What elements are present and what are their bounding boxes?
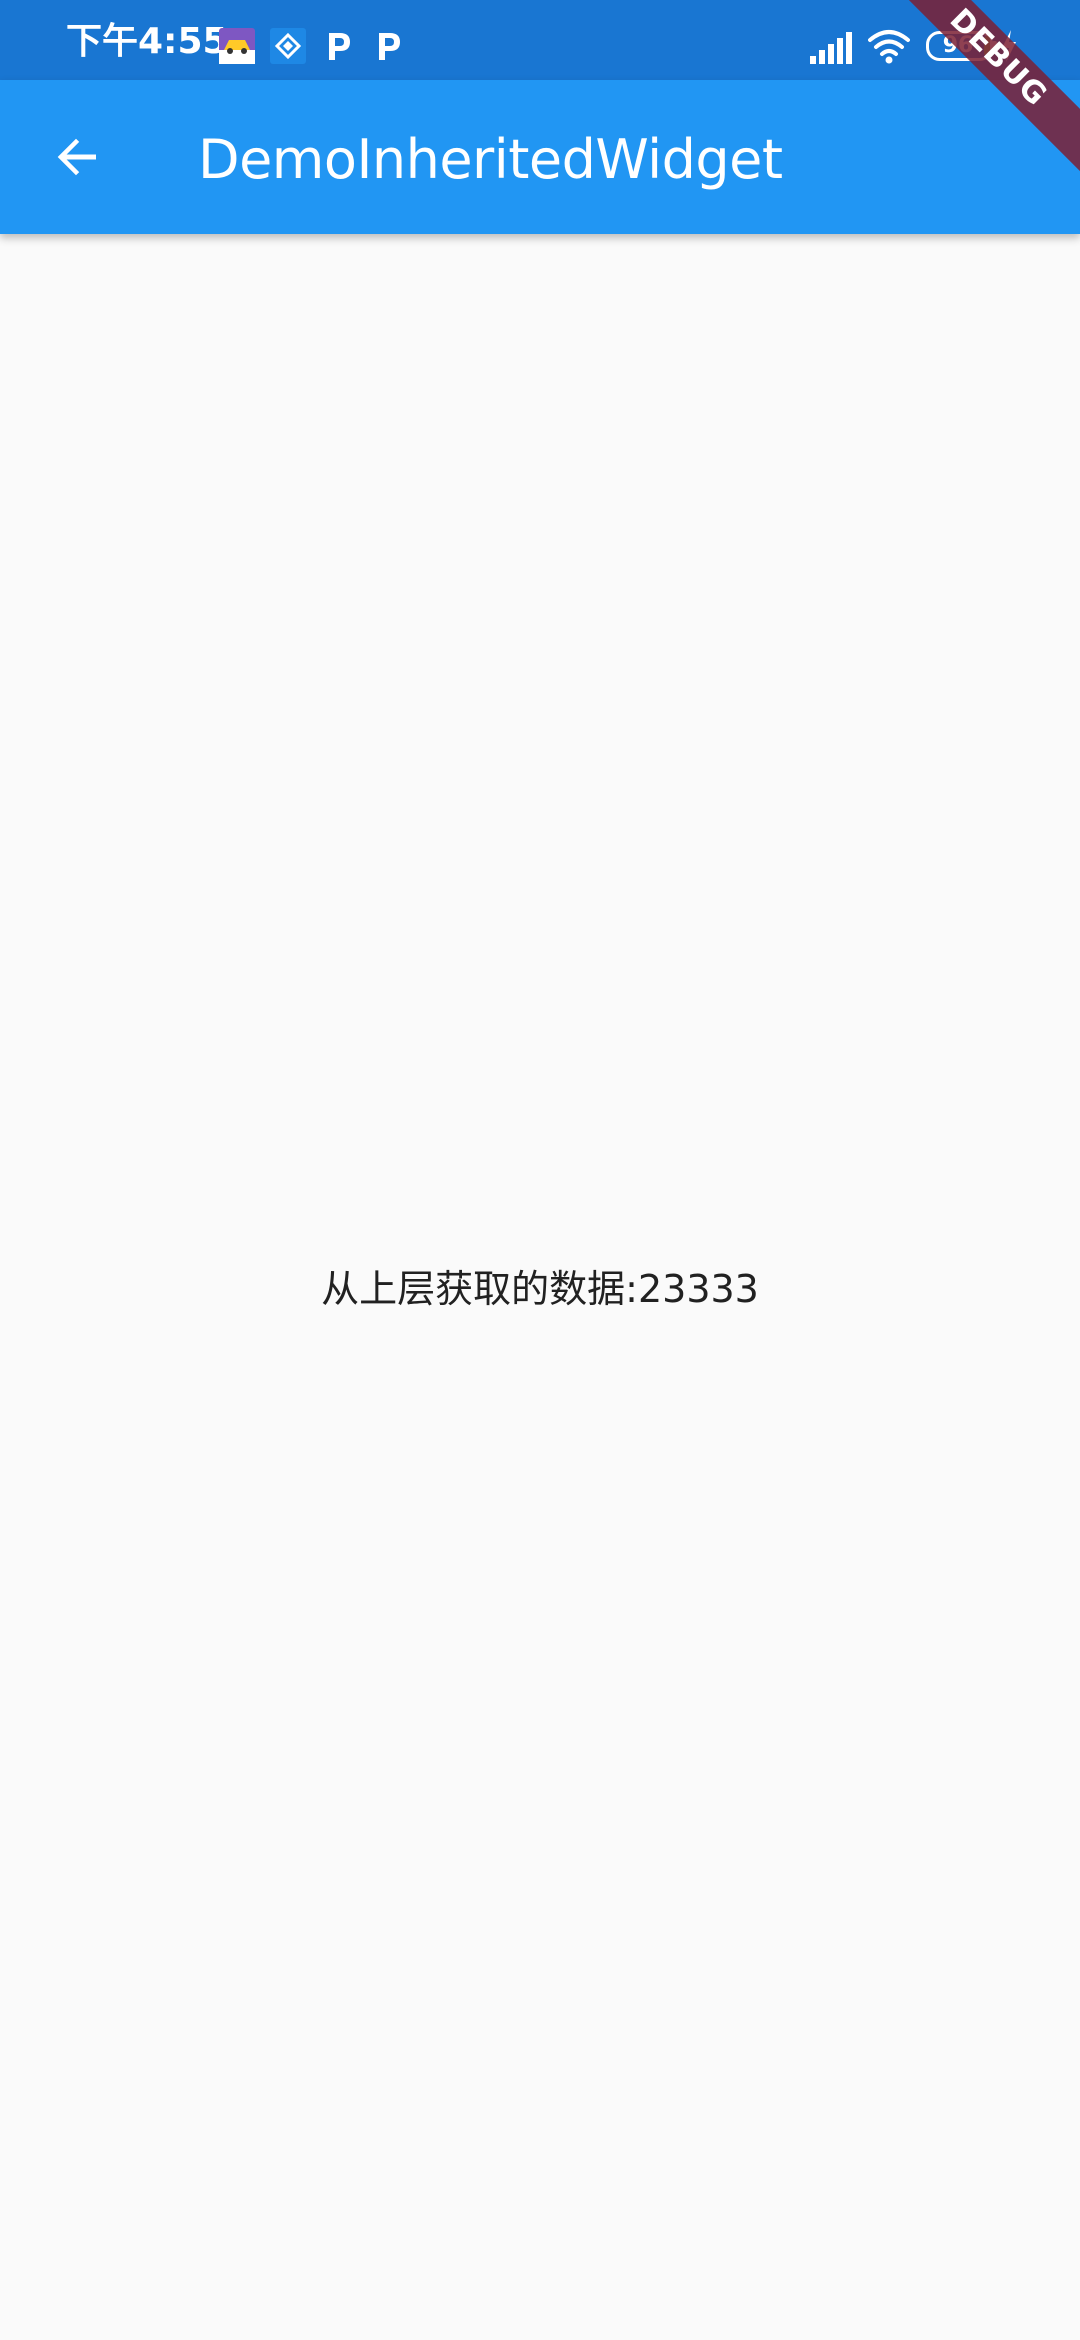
screen: 下午4:55 96 DemoInheritedWidget DEBUG 从上层获…	[0, 0, 1080, 2340]
signal-icon	[810, 32, 852, 64]
p-notification-icon-2	[379, 33, 400, 60]
status-time: 下午4:55	[66, 21, 228, 62]
status-bar: 下午4:55 96	[0, 0, 1080, 80]
app-notification-icon	[219, 28, 255, 64]
battery-level: 96	[942, 33, 974, 58]
page-title: DemoInheritedWidget	[198, 128, 783, 191]
back-button[interactable]	[28, 107, 128, 207]
app-bar: DemoInheritedWidget	[0, 80, 1080, 234]
wifi-icon	[868, 30, 910, 64]
charging-icon	[1002, 30, 1016, 62]
inherited-data-text: 从上层获取的数据:23333	[321, 1267, 759, 1311]
content-area: 从上层获取的数据:23333	[0, 234, 1080, 2340]
app-notification-icon-2	[270, 28, 306, 64]
p-notification-icon	[329, 33, 350, 60]
arrow-back-icon	[57, 138, 96, 176]
